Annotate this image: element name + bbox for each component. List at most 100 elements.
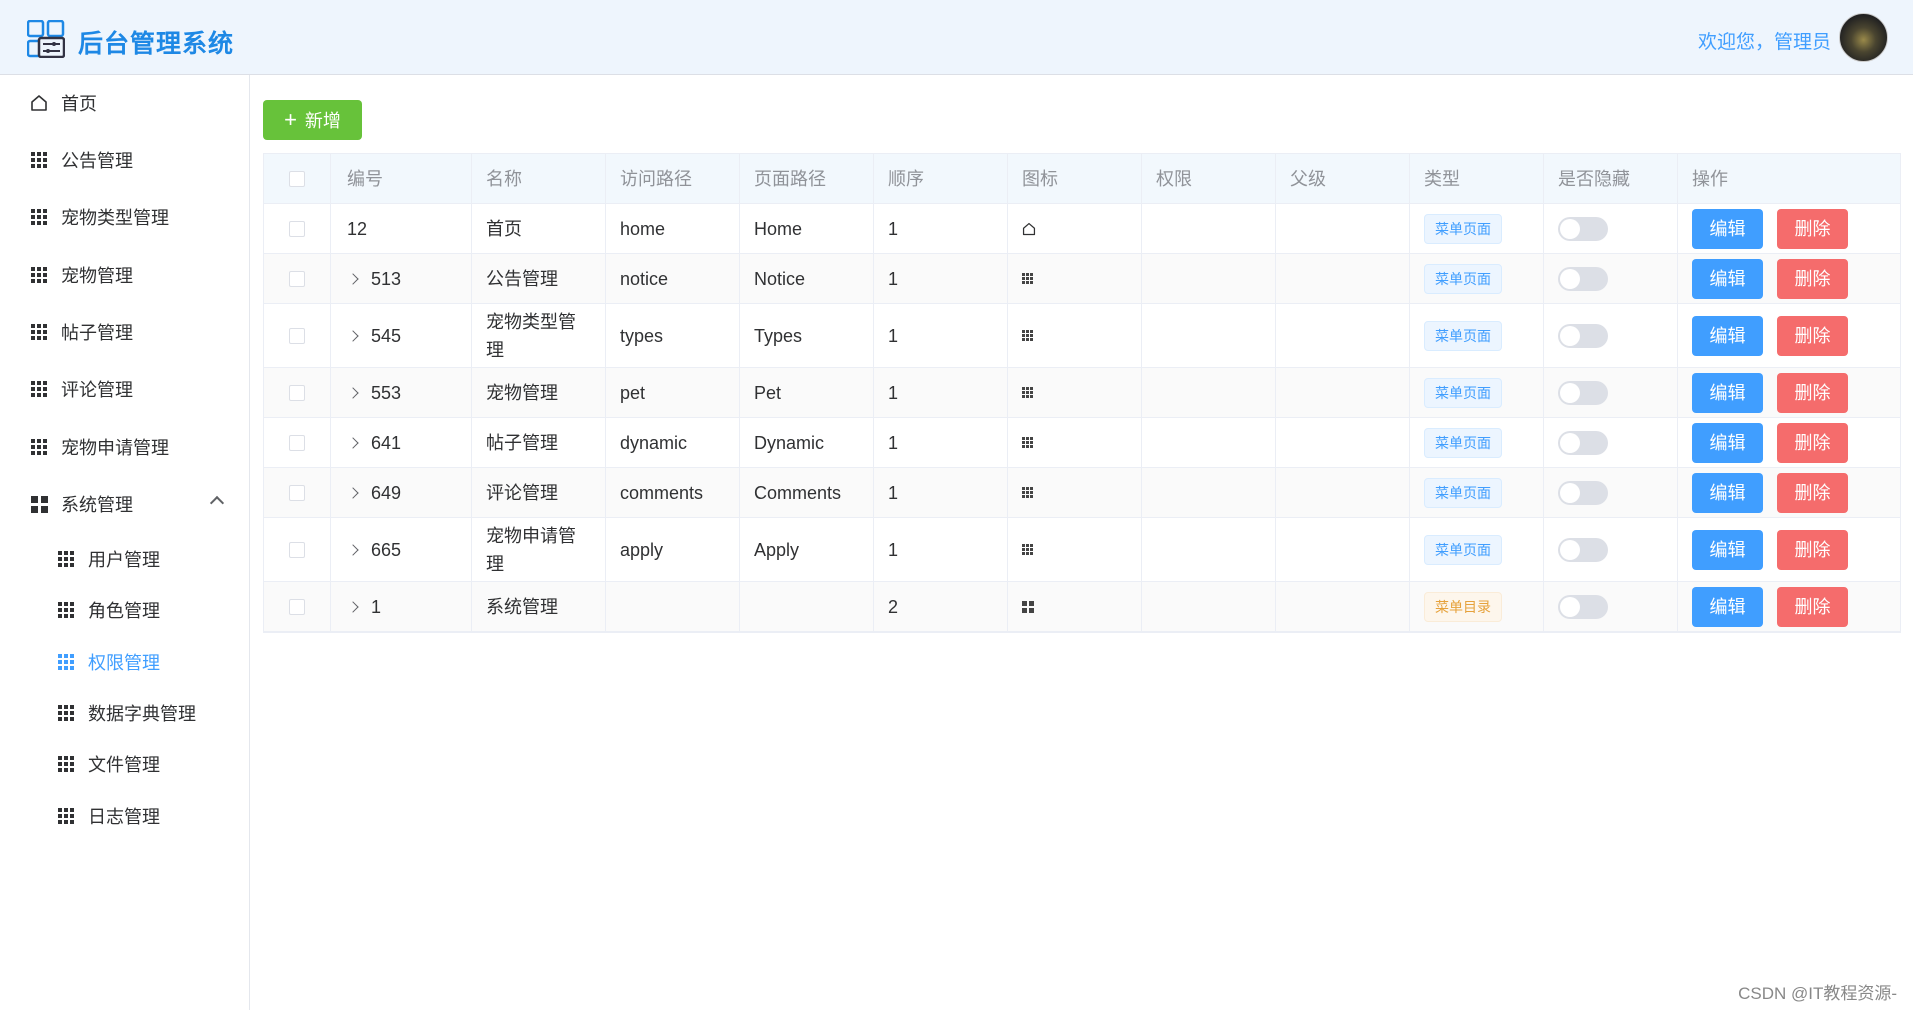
edit-button[interactable]: 编辑 [1692,372,1763,413]
edit-button[interactable]: 编辑 [1692,586,1763,627]
type-tag: 菜单页面 [1424,477,1502,508]
dashboard-icon [27,20,65,58]
sidebar-subitem-label: 数据字典管理 [88,704,196,724]
row-order: 1 [888,325,899,346]
row-order-cell: 1 [874,518,1008,581]
name-cell: 宠物管理 [472,368,606,417]
edit-button[interactable]: 编辑 [1692,422,1763,463]
hidden-toggle[interactable] [1558,323,1608,348]
expand-icon[interactable] [347,600,359,613]
row-path: home [620,218,666,239]
sidebar-subitem-0[interactable]: 用户管理 [0,534,249,584]
row-checkbox[interactable] [289,541,305,558]
row-page: Apply [754,539,800,560]
row-name: 宠物类型管理 [486,311,576,360]
expand-icon[interactable] [347,543,359,556]
id-cell: 553 [331,368,472,417]
row-checkbox[interactable] [289,270,305,287]
sidebar-subitem-label: 用户管理 [88,550,160,570]
row-checkbox[interactable] [289,434,305,451]
menu-icon [30,495,48,513]
row-checkbox[interactable] [289,220,305,237]
row-select-cell [264,368,331,417]
hidden-toggle[interactable] [1558,594,1608,619]
icon-cell [1008,254,1142,303]
row-checkbox[interactable] [289,327,305,344]
sidebar-subitem-1[interactable]: 角色管理 [0,585,249,635]
sidebar-item-0[interactable]: 首页 [0,75,249,131]
sidebar-item-6[interactable]: 宠物申请管理 [0,419,249,475]
hidden-toggle[interactable] [1558,380,1608,405]
grid-icon-wrap [30,266,48,284]
sidebar-item-3[interactable]: 宠物管理 [0,247,249,303]
sidebar-item-2[interactable]: 宠物类型管理 [0,189,249,245]
row-select-cell [264,204,331,253]
plus-icon: + [284,107,297,132]
hidden-toggle[interactable] [1558,537,1608,562]
expand-icon[interactable] [347,386,359,399]
hidden-toggle[interactable] [1558,480,1608,505]
row-page: Pet [754,382,782,403]
delete-button[interactable]: 删除 [1777,208,1848,249]
row-checkbox[interactable] [289,484,305,501]
edit-button[interactable]: 编辑 [1692,315,1763,356]
sidebar-item-5[interactable]: 评论管理 [0,361,249,417]
select-all-checkbox[interactable] [289,170,305,187]
edit-button[interactable]: 编辑 [1692,529,1763,570]
avatar[interactable] [1839,13,1888,62]
sidebar-subitem-3[interactable]: 数据字典管理 [0,688,249,738]
grid-icon [31,152,47,168]
actions-cell: 编辑 删除 [1678,418,1862,467]
row-select-cell [264,518,331,581]
add-button[interactable]: + 新增 [263,100,362,140]
table-row: 665 宠物申请管理 apply Apply 1 菜单页面 编辑 删除 [264,518,1900,582]
column-header: 名称 [472,154,606,203]
expand-icon[interactable] [347,272,359,285]
sidebar-subitem-2[interactable]: 权限管理 [0,637,249,687]
delete-button[interactable]: 删除 [1777,372,1848,413]
perm-cell [1142,582,1276,631]
grid-icon-wrap [30,208,48,226]
type-cell: 菜单页面 [1410,518,1544,581]
actions-cell: 编辑 删除 [1678,368,1862,417]
sidebar-item-7[interactable]: 系统管理 [0,476,249,532]
row-order: 1 [888,482,899,503]
parent-cell [1276,254,1410,303]
icon-cell [1008,418,1142,467]
sidebar-item-1[interactable]: 公告管理 [0,132,249,188]
expand-icon[interactable] [347,436,359,449]
grid-icon [1022,387,1033,398]
edit-button[interactable]: 编辑 [1692,472,1763,513]
edit-button[interactable]: 编辑 [1692,208,1763,249]
sidebar-subitem-5[interactable]: 日志管理 [0,791,249,841]
delete-button[interactable]: 删除 [1777,586,1848,627]
row-path-cell: home [606,204,740,253]
expand-icon[interactable] [347,486,359,499]
sidebar-item-label: 系统管理 [61,495,133,515]
delete-button[interactable]: 删除 [1777,472,1848,513]
hidden-toggle[interactable] [1558,430,1608,455]
edit-button[interactable]: 编辑 [1692,258,1763,299]
row-page-cell: Dynamic [740,418,874,467]
app-header: 后台管理系统 欢迎您，管理员 [0,0,1913,75]
row-id: 665 [371,539,402,560]
name-cell: 宠物类型管理 [472,304,606,367]
sidebar-item-4[interactable]: 帖子管理 [0,304,249,360]
delete-button[interactable]: 删除 [1777,529,1848,570]
expand-icon[interactable] [347,329,359,342]
row-page-cell: Pet [740,368,874,417]
grid-icon [31,439,47,455]
row-checkbox[interactable] [289,598,305,615]
row-checkbox[interactable] [289,384,305,401]
delete-button[interactable]: 删除 [1777,422,1848,463]
sidebar-subitem-4[interactable]: 文件管理 [0,739,249,789]
delete-button[interactable]: 删除 [1777,258,1848,299]
type-cell: 菜单目录 [1410,582,1544,631]
grid-icon [1022,330,1033,341]
row-name: 评论管理 [486,482,558,503]
hidden-toggle[interactable] [1558,266,1608,291]
icon-cell [1008,468,1142,517]
hidden-toggle[interactable] [1558,216,1608,241]
delete-button[interactable]: 删除 [1777,315,1848,356]
grid-icon-wrap [30,151,48,169]
